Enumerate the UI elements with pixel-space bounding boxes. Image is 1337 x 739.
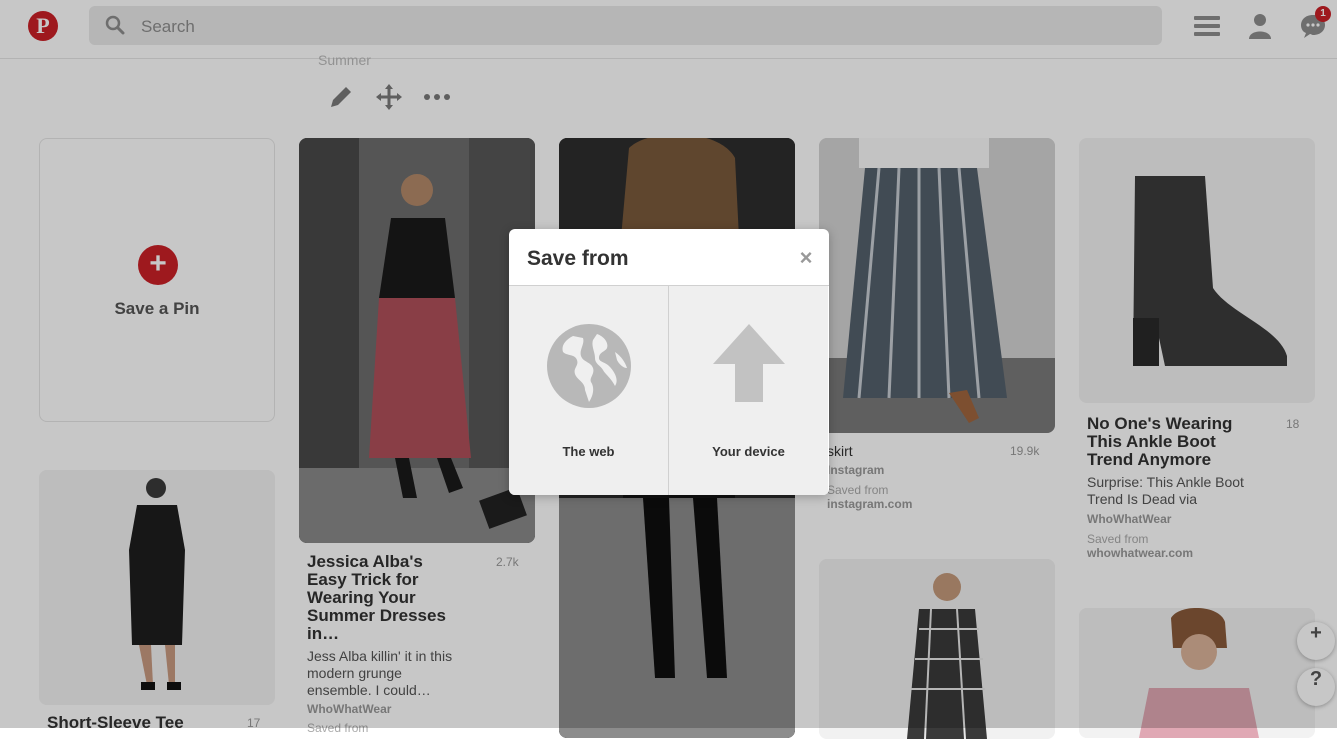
save-from-web-label: The web (562, 444, 615, 459)
close-icon[interactable]: × (795, 247, 817, 269)
save-from-device-label: Your device (712, 444, 785, 459)
save-from-web-option[interactable]: The web (509, 286, 669, 495)
upload-arrow-icon (713, 324, 785, 402)
save-from-device-option[interactable]: Your device (669, 286, 828, 495)
globe-icon (547, 324, 631, 408)
dialog-title: Save from (527, 247, 629, 270)
save-from-dialog: Save from × The web Your device (509, 229, 829, 495)
dialog-options: The web Your device (509, 285, 829, 495)
